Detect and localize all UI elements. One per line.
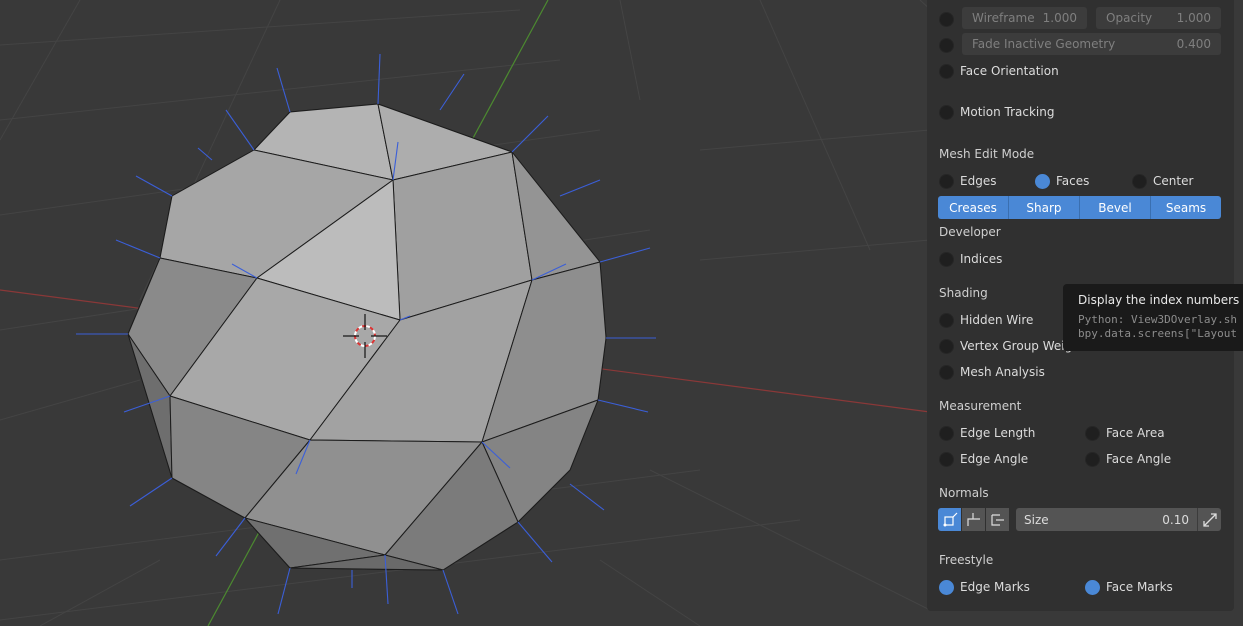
normals-size-value: 0.10 (1162, 512, 1189, 527)
edge-length-toggle[interactable]: Edge Length (939, 422, 1035, 444)
faces-checkbox[interactable] (1035, 173, 1050, 189)
faces-label: Faces (1056, 174, 1090, 188)
fade-inactive-label: Fade Inactive Geometry (972, 37, 1116, 51)
split-normals-button[interactable] (962, 508, 986, 531)
wireframe-label: Wireframe (972, 11, 1035, 25)
opacity-label: Opacity (1106, 11, 1153, 25)
indices-label: Indices (960, 252, 1003, 266)
indices-tooltip: Display the index numbers of Python: Vie… (1063, 284, 1243, 351)
hidden-wire-toggle[interactable]: Hidden Wire (939, 309, 1033, 331)
vertex-group-weights-label: Vertex Group Weig (960, 339, 1073, 353)
face-orientation-label: Face Orientation (960, 64, 1059, 78)
vertex-normals-button[interactable] (938, 508, 962, 531)
wireframe-checkbox[interactable] (939, 11, 954, 27)
indices-checkbox[interactable] (939, 251, 954, 267)
freestyle-heading: Freestyle (939, 553, 994, 567)
edge-length-label: Edge Length (960, 426, 1036, 440)
face-area-toggle[interactable]: Face Area (1085, 422, 1165, 444)
face-marks-label: Face Marks (1106, 580, 1173, 594)
motion-tracking-toggle[interactable]: Motion Tracking (939, 101, 1054, 123)
face-normals-button[interactable] (986, 508, 1010, 531)
hidden-wire-label: Hidden Wire (960, 313, 1034, 327)
sharp-button[interactable]: Sharp (1009, 196, 1080, 219)
normals-size-label: Size (1024, 512, 1049, 527)
normals-controls: Size 0.10 (938, 508, 1221, 531)
edge-marks-checkbox[interactable] (939, 579, 954, 595)
edges-checkbox[interactable] (939, 173, 954, 189)
normals-heading: Normals (939, 486, 989, 500)
vertex-group-weights-toggle[interactable]: Vertex Group Weig (939, 335, 1072, 357)
face-marks-checkbox[interactable] (1085, 579, 1100, 595)
constant-screen-size-button[interactable] (1197, 508, 1221, 531)
edge-marks-button-group: Creases Sharp Bevel Seams (938, 196, 1221, 219)
opacity-value: 1.000 (1176, 11, 1211, 25)
normals-size-field[interactable]: Size 0.10 (1016, 508, 1197, 531)
edges-label: Edges (960, 174, 997, 188)
tooltip-python-line-2: bpy.data.screens["Layout (1078, 327, 1237, 340)
tooltip-python-line-1: Python: View3DOverlay.sh (1078, 313, 1237, 326)
measurement-heading: Measurement (939, 399, 1022, 413)
edge-marks-toggle[interactable]: Edge Marks (939, 576, 1030, 598)
face-normals-icon (990, 513, 1004, 526)
face-orientation-toggle[interactable]: Face Orientation (939, 60, 1059, 82)
center-label: Center (1153, 174, 1194, 188)
face-orientation-checkbox[interactable] (939, 63, 954, 79)
faces-toggle[interactable]: Faces (1035, 170, 1089, 192)
mesh-analysis-checkbox[interactable] (939, 364, 954, 380)
creases-button[interactable]: Creases (938, 196, 1009, 219)
center-checkbox[interactable] (1132, 173, 1147, 189)
edges-toggle[interactable]: Edges (939, 170, 996, 192)
mesh-analysis-label: Mesh Analysis (960, 365, 1045, 379)
mesh-edit-mode-heading: Mesh Edit Mode (939, 147, 1035, 161)
motion-tracking-label: Motion Tracking (960, 105, 1055, 119)
wireframe-toggle-row[interactable] (939, 8, 954, 30)
vertex-normals-icon (943, 512, 957, 526)
fade-inactive-checkbox[interactable] (939, 37, 954, 53)
face-angle-checkbox[interactable] (1085, 451, 1100, 467)
split-normals-icon (966, 512, 980, 526)
face-angle-label: Face Angle (1106, 452, 1172, 466)
icosphere-mesh[interactable] (127, 103, 607, 571)
vertex-group-weights-checkbox[interactable] (939, 338, 954, 354)
edge-length-checkbox[interactable] (939, 425, 954, 441)
edge-angle-checkbox[interactable] (939, 451, 954, 467)
hidden-wire-checkbox[interactable] (939, 312, 954, 328)
fade-inactive-field[interactable]: Fade Inactive Geometry 0.400 (962, 33, 1221, 55)
indices-toggle[interactable]: Indices (939, 248, 1002, 270)
mesh-analysis-toggle[interactable]: Mesh Analysis (939, 361, 1045, 383)
center-toggle[interactable]: Center (1132, 170, 1193, 192)
tooltip-python-path: Python: View3DOverlay.sh bpy.data.screen… (1078, 313, 1243, 341)
edge-angle-toggle[interactable]: Edge Angle (939, 448, 1028, 470)
edge-angle-label: Edge Angle (960, 452, 1029, 466)
tooltip-description: Display the index numbers of (1078, 293, 1243, 307)
motion-tracking-checkbox[interactable] (939, 104, 954, 120)
wireframe-value: 1.000 (1042, 11, 1077, 25)
developer-heading: Developer (939, 225, 1001, 239)
seams-button[interactable]: Seams (1151, 196, 1221, 219)
opacity-field[interactable]: Opacity 1.000 (1096, 7, 1221, 29)
face-area-checkbox[interactable] (1085, 425, 1100, 441)
fade-inactive-value: 0.400 (1176, 37, 1211, 51)
face-marks-toggle[interactable]: Face Marks (1085, 576, 1173, 598)
expand-diagonal-icon (1202, 512, 1217, 527)
edge-marks-label: Edge Marks (960, 580, 1030, 594)
shading-heading: Shading (939, 286, 988, 300)
face-angle-toggle[interactable]: Face Angle (1085, 448, 1171, 470)
face-area-label: Face Area (1106, 426, 1165, 440)
bevel-button[interactable]: Bevel (1080, 196, 1151, 219)
wireframe-field[interactable]: Wireframe 1.000 (962, 7, 1087, 29)
